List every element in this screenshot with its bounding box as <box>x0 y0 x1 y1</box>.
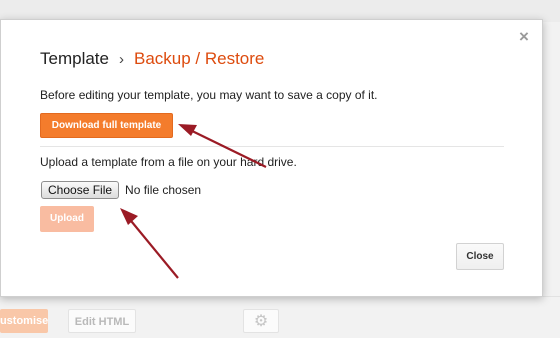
settings-button[interactable]: ⚙ <box>243 309 279 333</box>
choose-file-button[interactable]: Choose File <box>41 181 120 199</box>
close-icon[interactable]: × <box>516 28 532 46</box>
section-divider <box>40 146 504 147</box>
file-input: Choose File No file chosen <box>41 181 201 199</box>
title-backup-restore: Backup / Restore <box>133 49 265 68</box>
gear-icon: ⚙ <box>253 313 269 330</box>
upload-button[interactable]: Upload <box>40 206 94 232</box>
save-copy-prompt: Before editing your template, you may wa… <box>40 88 378 102</box>
title-template: Template <box>40 49 109 68</box>
download-full-template-button[interactable]: Download full template <box>40 113 173 138</box>
close-button[interactable]: Close <box>456 243 504 270</box>
breadcrumb-separator: › <box>118 50 124 68</box>
upload-prompt: Upload a template from a file on your ha… <box>40 155 297 169</box>
edit-html-button[interactable]: Edit HTML <box>68 309 136 333</box>
customise-button[interactable]: Customise <box>0 309 48 333</box>
dialog-title: Template › Backup / Restore <box>40 47 264 71</box>
file-status-text: No file chosen <box>125 183 202 197</box>
